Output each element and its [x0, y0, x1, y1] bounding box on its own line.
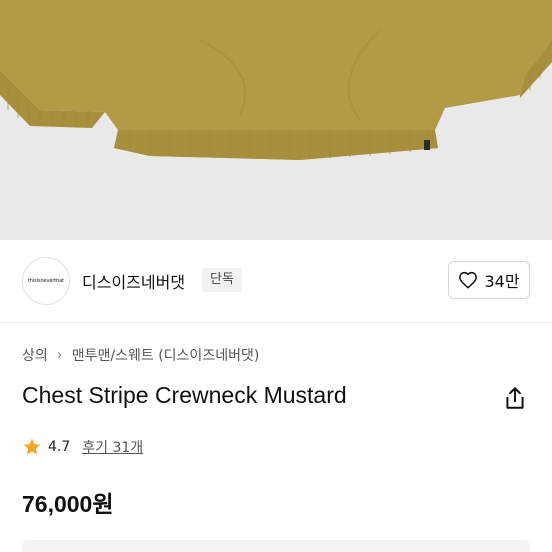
product-title: Chest Stripe Crewneck Mustard	[22, 382, 347, 408]
divider	[0, 322, 552, 323]
product-image[interactable]	[0, 0, 552, 240]
brand-logo[interactable]: thisisneverthat	[22, 257, 70, 305]
breadcrumb: 상의 › 맨투맨/스웨트 (디스이즈네버댓)	[22, 345, 259, 365]
chevron-right-icon: ›	[57, 347, 63, 363]
breadcrumb-subcategory[interactable]: 맨투맨/스웨트 (디스이즈네버댓)	[72, 345, 260, 365]
product-price: 76,000원	[22, 491, 114, 517]
brand-row[interactable]: thisisneverthat 디스이즈네버댓 단독 34만	[0, 240, 552, 322]
share-icon[interactable]	[502, 385, 528, 411]
heart-icon	[459, 271, 478, 289]
like-button[interactable]: 34만	[448, 261, 530, 299]
exclusive-badge: 단독	[202, 268, 242, 292]
brand-name[interactable]: 디스이즈네버댓	[82, 269, 185, 293]
reviews-link[interactable]: 후기 31개	[82, 437, 143, 457]
brand-logo-text: thisisneverthat	[27, 278, 65, 284]
rating-row: 4.7 후기 31개	[22, 437, 143, 457]
like-count: 34만	[484, 272, 520, 291]
sweatshirt-image	[0, 0, 552, 240]
star-icon	[23, 438, 41, 455]
breadcrumb-category[interactable]: 상의	[22, 345, 48, 365]
rating-value: 4.7	[48, 439, 71, 455]
info-box	[22, 540, 530, 552]
